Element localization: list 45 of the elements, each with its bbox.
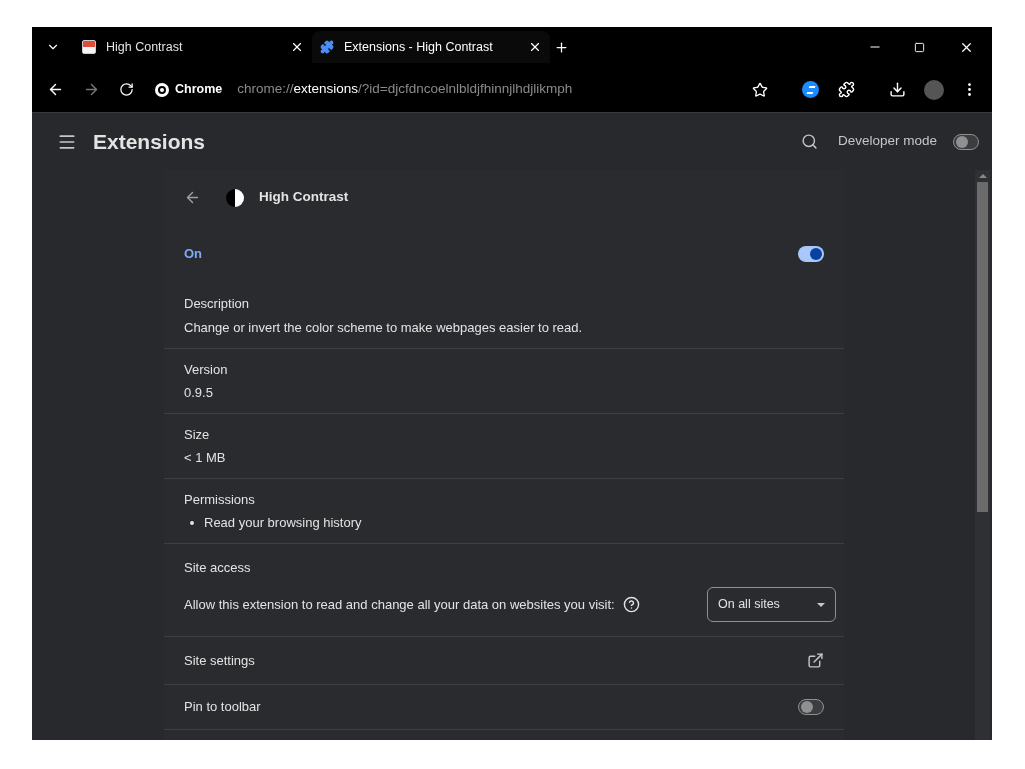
extension-name: High Contrast: [259, 188, 349, 207]
section-heading: Site access: [184, 558, 252, 577]
developer-mode-label: Developer mode: [837, 132, 937, 151]
close-tab-icon[interactable]: [528, 40, 542, 54]
site-label: Chrome: [175, 81, 223, 99]
site-settings-link[interactable]: Site settings: [164, 636, 844, 684]
enabled-label: On: [184, 245, 203, 264]
section-heading: Version: [184, 360, 229, 379]
permission-item: Read your browsing history: [204, 514, 362, 532]
help-icon[interactable]: [622, 596, 640, 614]
address-field[interactable]: chrome://extensions/?id=djcfdncoelnlbldjfhinnjlhdjlikmph: [237, 79, 573, 100]
star-icon[interactable]: [752, 81, 768, 98]
avatar[interactable]: [924, 79, 944, 100]
chrome-logo-icon: [155, 82, 169, 97]
section-heading: Size: [184, 425, 211, 444]
developer-mode-toggle[interactable]: [953, 133, 979, 150]
page-title: Extensions: [93, 128, 206, 155]
caret-icon: [817, 602, 825, 607]
section-value: Change or invert the color scheme to make webpages easier to read.: [184, 318, 584, 337]
section-value: 0.9.5: [184, 384, 214, 402]
bullet-icon: [190, 520, 194, 525]
section-heading: Permissions: [184, 490, 256, 509]
enabled-toggle[interactable]: [798, 246, 824, 262]
site-access-label: Allow this extension to read and change all your data on websites you visit:: [184, 596, 615, 614]
forward-icon[interactable]: [83, 81, 100, 98]
new-tab-icon[interactable]: [554, 39, 569, 55]
pin-toolbar-toggle[interactable]: [798, 699, 824, 715]
back-icon[interactable]: [47, 81, 64, 98]
section-value: < 1 MB: [184, 449, 227, 467]
page-icon: [82, 40, 96, 54]
site-access-dropdown[interactable]: On all sites: [707, 587, 836, 623]
search-icon[interactable]: [800, 133, 818, 150]
external-link-icon: [807, 652, 824, 669]
browser-tab[interactable]: High Contrast: [74, 31, 312, 63]
close-tab-icon[interactable]: [290, 40, 304, 54]
browser-tab[interactable]: Extensions - High Contrast: [312, 31, 550, 63]
section-heading: Description: [184, 295, 251, 313]
scrollbar[interactable]: [975, 170, 990, 740]
reload-icon[interactable]: [119, 82, 134, 97]
extension-logo-icon[interactable]: [802, 81, 819, 98]
pin-toolbar-label: Pin to toolbar: [184, 698, 262, 717]
maximize-icon[interactable]: [914, 41, 925, 53]
puzzle-icon: [320, 40, 334, 54]
puzzle-icon[interactable]: [838, 81, 855, 98]
download-icon[interactable]: [889, 81, 906, 98]
